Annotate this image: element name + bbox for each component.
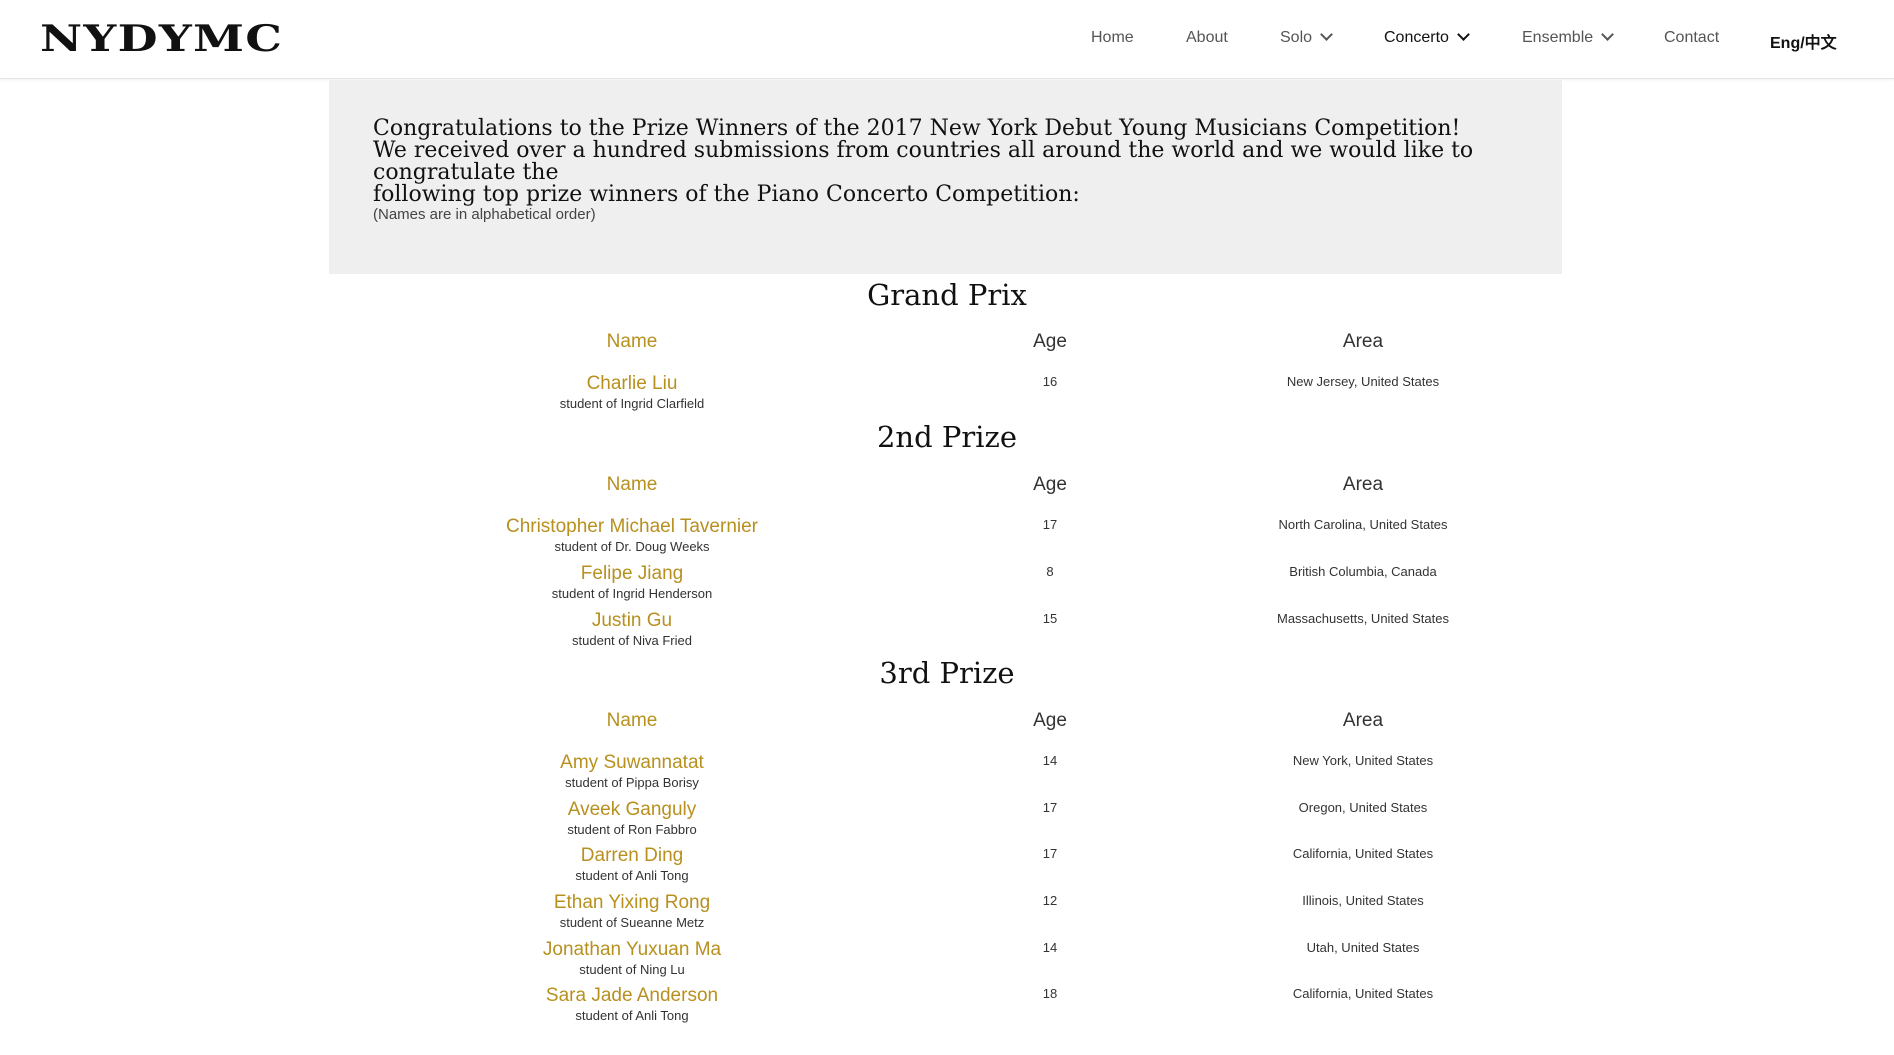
winner-teacher: student of Ingrid Clarfield xyxy=(559,396,705,411)
winner-row: Ethan Yixing Rong student of Sueanne Met… xyxy=(0,892,1894,938)
column-header-area: Area xyxy=(1342,331,1384,352)
chevron-down-icon xyxy=(1457,28,1470,41)
winner-teacher: student of Ingrid Henderson xyxy=(551,586,713,601)
top-navigation-bar: NYDYMC Home About Solo Concerto Ensemble… xyxy=(0,0,1894,79)
winner-area: Oregon, United States xyxy=(1298,800,1428,815)
intro-line-3: following top prize winners of the Piano… xyxy=(373,182,1080,207)
alphabetical-note: (Names are in alphabetical order) xyxy=(373,206,596,223)
intro-line-2: We received over a hundred submissions f… xyxy=(373,138,1474,185)
winner-teacher: student of Anli Tong xyxy=(575,1008,689,1023)
section-title-grand-prix: Grand Prix xyxy=(867,278,1027,312)
winner-teacher: student of Anli Tong xyxy=(575,868,689,883)
winner-area: Massachusetts, United States xyxy=(1277,611,1449,626)
winner-teacher: student of Pippa Borisy xyxy=(565,775,699,790)
winner-name: Charlie Liu xyxy=(586,373,678,394)
winner-area: Utah, United States xyxy=(1306,940,1420,955)
winner-area: New Jersey, United States xyxy=(1286,374,1440,389)
nav-about[interactable]: About xyxy=(1186,29,1228,47)
nav-home[interactable]: Home xyxy=(1091,29,1134,47)
nav-ensemble-label: Ensemble xyxy=(1522,29,1594,46)
winner-name: Felipe Jiang xyxy=(580,563,684,584)
winner-name: Jonathan Yuxuan Ma xyxy=(542,939,722,960)
winner-row: Jonathan Yuxuan Ma student of Ning Lu 14… xyxy=(0,939,1894,985)
column-header-name: Name xyxy=(606,474,658,495)
nav-concerto-label: Concerto xyxy=(1384,29,1449,46)
site-logo[interactable]: NYDYMC xyxy=(40,18,283,60)
winner-area: British Columbia, Canada xyxy=(1289,564,1437,579)
winner-row: Charlie Liu student of Ingrid Clarfield … xyxy=(0,373,1894,419)
winner-area: New York, United States xyxy=(1292,753,1434,768)
section-title-3rd-prize: 3rd Prize xyxy=(879,656,1015,690)
winner-row: Felipe Jiang student of Ingrid Henderson… xyxy=(0,563,1894,609)
winner-name: Amy Suwannatat xyxy=(560,752,704,773)
winner-teacher: student of Ning Lu xyxy=(579,962,685,977)
winner-name: Darren Ding xyxy=(580,845,684,866)
chevron-down-icon xyxy=(1320,28,1333,41)
winner-row: Justin Gu student of Niva Fried 15 Massa… xyxy=(0,610,1894,656)
winner-name: Aveek Ganguly xyxy=(567,799,697,820)
winner-area: Illinois, United States xyxy=(1302,893,1424,908)
winner-name: Christopher Michael Tavernier xyxy=(505,516,759,537)
column-header-area: Area xyxy=(1342,474,1384,495)
column-header-area: Area xyxy=(1342,710,1384,731)
column-header-name: Name xyxy=(606,710,658,731)
winner-teacher: student of Sueanne Metz xyxy=(559,915,705,930)
column-header-name: Name xyxy=(606,331,658,352)
winner-area: California, United States xyxy=(1292,846,1434,861)
chevron-down-icon xyxy=(1601,28,1615,41)
winner-teacher: student of Dr. Doug Weeks xyxy=(554,539,710,554)
nav-contact[interactable]: Contact xyxy=(1664,29,1719,47)
section-title-2nd-prize: 2nd Prize xyxy=(876,420,1017,454)
nav-solo[interactable]: Solo xyxy=(1280,28,1333,47)
winner-row: Aveek Ganguly student of Ron Fabbro 17 O… xyxy=(0,799,1894,845)
nav-solo-label: Solo xyxy=(1280,29,1313,46)
winner-name: Justin Gu xyxy=(591,610,673,631)
winner-row: Sara Jade Anderson student of Anli Tong … xyxy=(0,985,1894,1031)
intro-text: Congratulations to the Prize Winners of … xyxy=(373,118,1553,206)
nav-concerto[interactable]: Concerto xyxy=(1384,28,1470,47)
winner-teacher: student of Niva Fried xyxy=(572,633,692,648)
nav-ensemble[interactable]: Ensemble xyxy=(1522,28,1615,47)
winner-teacher: student of Ron Fabbro xyxy=(567,822,697,837)
language-switch[interactable]: Eng/中文 xyxy=(1770,29,1837,53)
winner-area: California, United States xyxy=(1292,986,1434,1001)
intro-line-1: Congratulations to the Prize Winners of … xyxy=(373,116,1461,141)
winner-name: Ethan Yixing Rong xyxy=(553,892,711,913)
winner-row: Darren Ding student of Anli Tong 17 Cali… xyxy=(0,845,1894,891)
winner-area: North Carolina, United States xyxy=(1278,517,1448,532)
intro-panel: Congratulations to the Prize Winners of … xyxy=(329,80,1562,274)
winner-row: Christopher Michael Tavernier student of… xyxy=(0,516,1894,562)
winner-name: Sara Jade Anderson xyxy=(545,985,719,1006)
winner-row: Amy Suwannatat student of Pippa Borisy 1… xyxy=(0,752,1894,798)
